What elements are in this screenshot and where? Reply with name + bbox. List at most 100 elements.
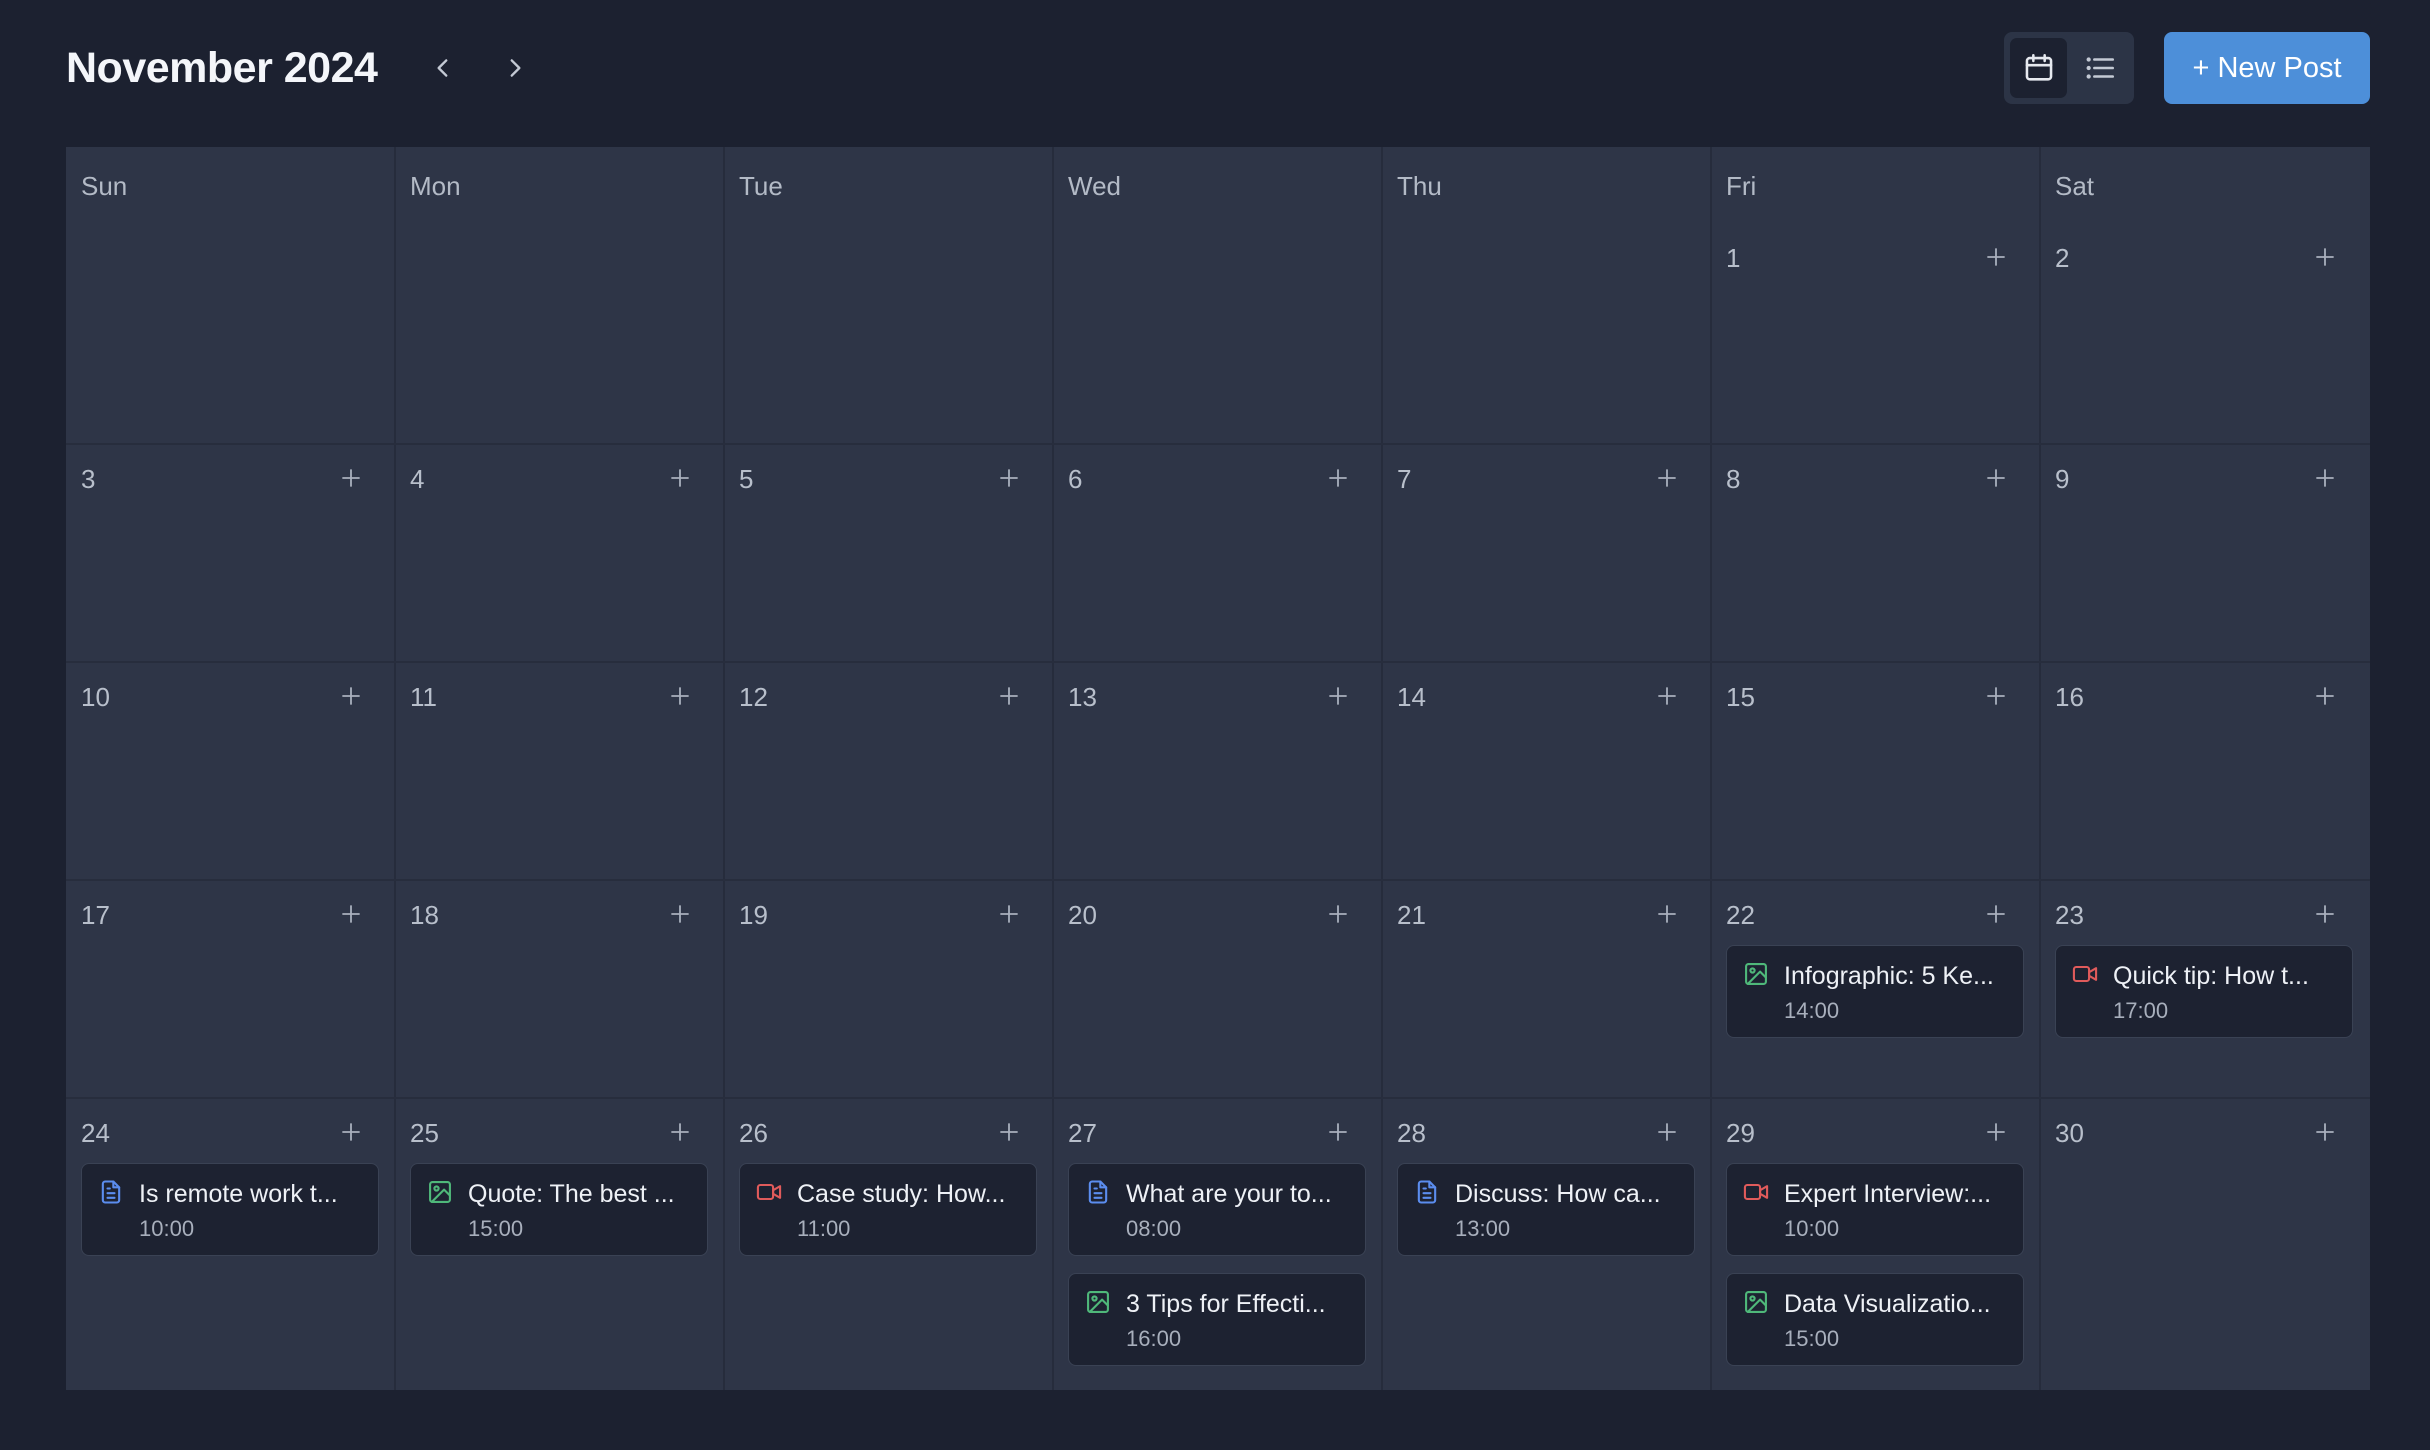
add-post-button[interactable]	[2308, 1115, 2342, 1149]
plus-icon	[2316, 469, 2334, 487]
post-card[interactable]: 3 Tips for Effecti... 16:00	[1068, 1273, 1366, 1366]
add-post-button[interactable]	[663, 897, 697, 931]
post-time: 15:00	[468, 1216, 524, 1241]
add-post-button[interactable]	[334, 461, 368, 495]
day-cell-25[interactable]: 25 Quote: The best ... 15:00	[395, 1098, 724, 1390]
post-card[interactable]: Quote: The best ... 15:00	[410, 1163, 708, 1256]
add-post-button[interactable]	[1321, 679, 1355, 713]
add-post-button[interactable]	[992, 679, 1026, 713]
list-view-button[interactable]	[2071, 38, 2128, 98]
day-cell-21[interactable]: 21	[1382, 880, 1711, 1098]
post-title: Is remote work t...	[139, 1180, 338, 1208]
day-cell-12[interactable]: 12	[724, 662, 1053, 880]
day-cell-15[interactable]: 15	[1711, 662, 2040, 880]
add-post-button[interactable]	[1979, 897, 2013, 931]
add-post-button[interactable]	[1650, 461, 1684, 495]
previous-month-button[interactable]	[419, 44, 467, 92]
day-cell-18[interactable]: 18	[395, 880, 724, 1098]
add-post-button[interactable]	[1979, 461, 2013, 495]
day-cell-26[interactable]: 26 Case study: How... 11:00	[724, 1098, 1053, 1390]
day-number: 29	[1726, 1118, 1755, 1148]
add-post-button[interactable]	[2308, 897, 2342, 931]
day-cell-8[interactable]: 8	[1711, 444, 2040, 662]
day-number: 18	[410, 900, 439, 930]
day-cell-14[interactable]: 14	[1382, 662, 1711, 880]
day-cell-17[interactable]: 17	[66, 880, 395, 1098]
add-post-button[interactable]	[2308, 240, 2342, 274]
day-cell-5[interactable]: 5	[724, 444, 1053, 662]
day-cell-22[interactable]: 22 Infographic: 5 Ke... 14:00	[1711, 880, 2040, 1098]
add-post-button[interactable]	[334, 1115, 368, 1149]
add-post-button[interactable]	[1650, 897, 1684, 931]
add-post-button[interactable]	[1979, 240, 2013, 274]
day-number: 22	[1726, 900, 1755, 930]
day-cell-29[interactable]: 29 Expert Interview:... 10:00 Data Visualiz…	[1711, 1098, 2040, 1390]
day-cell-16[interactable]: 16	[2040, 662, 2369, 880]
day-number: 17	[81, 900, 110, 930]
day-cell-20[interactable]: 20	[1053, 880, 1382, 1098]
document-icon	[1413, 1178, 1441, 1206]
add-post-button[interactable]	[992, 461, 1026, 495]
day-cell-2[interactable]: 2	[2040, 227, 2369, 444]
post-card[interactable]: Is remote work t... 10:00	[81, 1163, 379, 1256]
next-month-button[interactable]	[491, 44, 539, 92]
post-card[interactable]: Case study: How... 11:00	[739, 1163, 1037, 1256]
day-cell-19[interactable]: 19	[724, 880, 1053, 1098]
add-post-button[interactable]	[1650, 1115, 1684, 1149]
add-post-button[interactable]	[992, 897, 1026, 931]
add-post-button[interactable]	[1979, 1115, 2013, 1149]
day-cell-10[interactable]: 10	[66, 662, 395, 880]
day-number: 24	[81, 1118, 110, 1148]
post-card[interactable]: Expert Interview:... 10:00	[1726, 1163, 2024, 1256]
day-number: 14	[1397, 682, 1426, 712]
document-icon	[97, 1178, 125, 1206]
day-cell-11[interactable]: 11	[395, 662, 724, 880]
day-cell-13[interactable]: 13	[1053, 662, 1382, 880]
add-post-button[interactable]	[1979, 679, 2013, 713]
plus-icon	[2316, 1123, 2334, 1141]
day-number: 26	[739, 1118, 768, 1148]
day-cell-27[interactable]: 27 What are your to... 08:00 3 Tips for Eff…	[1053, 1098, 1382, 1390]
new-post-button[interactable]: + New Post	[2164, 32, 2370, 104]
post-card[interactable]: Quick tip: How t... 17:00	[2055, 945, 2353, 1038]
add-post-button[interactable]	[334, 897, 368, 931]
post-card[interactable]: Discuss: How ca... 13:00	[1397, 1163, 1695, 1256]
add-post-button[interactable]	[1321, 461, 1355, 495]
day-cell-4[interactable]: 4	[395, 444, 724, 662]
day-cell-28[interactable]: 28 Discuss: How ca... 13:00	[1382, 1098, 1711, 1390]
add-post-button[interactable]	[1650, 679, 1684, 713]
add-post-button[interactable]	[663, 1115, 697, 1149]
plus-icon	[2316, 905, 2334, 923]
day-cell-1[interactable]: 1	[1711, 227, 2040, 444]
add-post-button[interactable]	[1321, 897, 1355, 931]
post-time: 13:00	[1455, 1216, 1511, 1241]
day-cell-30[interactable]: 30	[2040, 1098, 2369, 1390]
day-cell-3[interactable]: 3	[66, 444, 395, 662]
day-cell-9[interactable]: 9	[2040, 444, 2369, 662]
day-cell-7[interactable]: 7	[1382, 444, 1711, 662]
day-number: 6	[1068, 464, 1083, 494]
day-cell-23[interactable]: 23 Quick tip: How t... 17:00	[2040, 880, 2369, 1098]
add-post-button[interactable]	[2308, 679, 2342, 713]
plus-icon	[1000, 1123, 1018, 1141]
plus-icon	[1329, 469, 1347, 487]
add-post-button[interactable]	[334, 679, 368, 713]
calendar-grid: Sun Mon Tue Wed Thu Fri Sat 1 2 3 4 5 6 7 8 9 10 11 12 13 1…	[66, 147, 2370, 1390]
add-post-button[interactable]	[663, 461, 697, 495]
post-card[interactable]: Data Visualizatio... 15:00	[1726, 1273, 2024, 1366]
post-time: 15:00	[1784, 1326, 1840, 1351]
day-number: 16	[2055, 682, 2084, 712]
add-post-button[interactable]	[2308, 461, 2342, 495]
calendar-view-button[interactable]	[2010, 38, 2067, 98]
day-number: 9	[2055, 464, 2070, 494]
day-cell-24[interactable]: 24 Is remote work t... 10:00	[66, 1098, 395, 1390]
post-card[interactable]: Infographic: 5 Ke... 14:00	[1726, 945, 2024, 1038]
day-number: 5	[739, 464, 754, 494]
list-icon	[2086, 57, 2114, 79]
day-cell-6[interactable]: 6	[1053, 444, 1382, 662]
post-card[interactable]: What are your to... 08:00	[1068, 1163, 1366, 1256]
add-post-button[interactable]	[663, 679, 697, 713]
add-post-button[interactable]	[1321, 1115, 1355, 1149]
add-post-button[interactable]	[992, 1115, 1026, 1149]
post-title: Quote: The best ...	[468, 1180, 675, 1208]
